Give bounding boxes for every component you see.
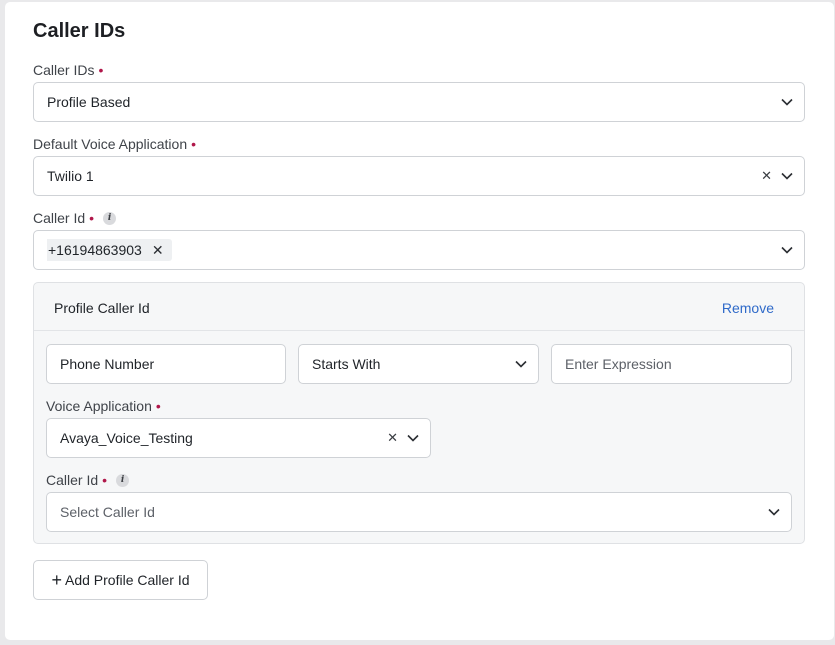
voice-app-value: Avaya_Voice_Testing [60, 430, 193, 446]
caller-ids-label-text: Caller IDs [33, 62, 95, 78]
chevron-down-icon[interactable] [768, 508, 780, 516]
required-indicator: • [102, 472, 108, 488]
plus-icon: + [51, 570, 62, 590]
caller-id-chip: +16194863903 ✕ [47, 239, 172, 261]
operator-value: Starts With [312, 356, 381, 372]
clear-icon[interactable]: ✕ [387, 430, 398, 446]
expression-input[interactable]: Enter Expression [551, 344, 792, 384]
panel-title: Profile Caller Id [54, 300, 150, 316]
voice-app-label-text: Voice Application [46, 398, 152, 414]
default-voice-app-label: Default Voice Application • [33, 136, 196, 152]
section-title: Caller IDs [33, 20, 126, 42]
phone-number-input[interactable]: Phone Number [46, 344, 286, 384]
remove-link[interactable]: Remove [722, 300, 774, 316]
default-voice-app-value: Twilio 1 [47, 168, 94, 184]
info-icon[interactable]: i [116, 473, 130, 487]
caller-id-label: Caller Id • i [33, 210, 117, 226]
chevron-down-icon[interactable] [407, 434, 419, 442]
chevron-down-icon[interactable] [781, 246, 793, 254]
caller-ids-card: Caller IDs Caller IDs • Profile Based De… [5, 2, 834, 640]
default-voice-app-label-text: Default Voice Application [33, 136, 188, 152]
profile-caller-id-placeholder: Select Caller Id [60, 504, 155, 520]
caller-id-chip-text: +16194863903 [48, 242, 142, 258]
caller-id-chips: +16194863903 ✕ [47, 239, 781, 261]
expression-placeholder: Enter Expression [565, 356, 672, 372]
chevron-down-icon[interactable] [515, 360, 527, 368]
operator-select[interactable]: Starts With [298, 344, 539, 384]
caller-id-multiselect[interactable]: +16194863903 ✕ [33, 230, 805, 270]
caller-ids-label: Caller IDs • [33, 62, 103, 78]
profile-caller-id-label: Caller Id • i [46, 472, 130, 488]
phone-number-placeholder: Phone Number [60, 356, 155, 372]
panel-header: Profile Caller Id Remove [34, 283, 804, 331]
required-indicator: • [98, 62, 104, 78]
caller-id-label-text: Caller Id [33, 210, 86, 226]
required-indicator: • [89, 210, 95, 226]
add-profile-caller-id-button[interactable]: + Add Profile Caller Id [33, 560, 208, 600]
profile-caller-id-label-text: Caller Id [46, 472, 99, 488]
profile-caller-id-select[interactable]: Select Caller Id [46, 492, 792, 532]
caller-ids-value: Profile Based [47, 94, 131, 110]
required-indicator: • [191, 136, 197, 152]
profile-caller-id-panel: Profile Caller Id Remove Phone Number St… [33, 282, 805, 544]
default-voice-app-select[interactable]: Twilio 1 ✕ [33, 156, 805, 196]
caller-ids-select[interactable]: Profile Based [33, 82, 805, 122]
chip-remove-icon[interactable]: ✕ [152, 242, 164, 259]
required-indicator: • [155, 398, 161, 414]
add-profile-caller-id-label: Add Profile Caller Id [65, 572, 190, 588]
chevron-down-icon[interactable] [781, 172, 793, 180]
voice-app-label: Voice Application • [46, 398, 161, 414]
chevron-down-icon[interactable] [781, 98, 793, 106]
voice-app-select[interactable]: Avaya_Voice_Testing ✕ [46, 418, 431, 458]
info-icon[interactable]: i [103, 211, 117, 225]
clear-icon[interactable]: ✕ [761, 168, 772, 184]
